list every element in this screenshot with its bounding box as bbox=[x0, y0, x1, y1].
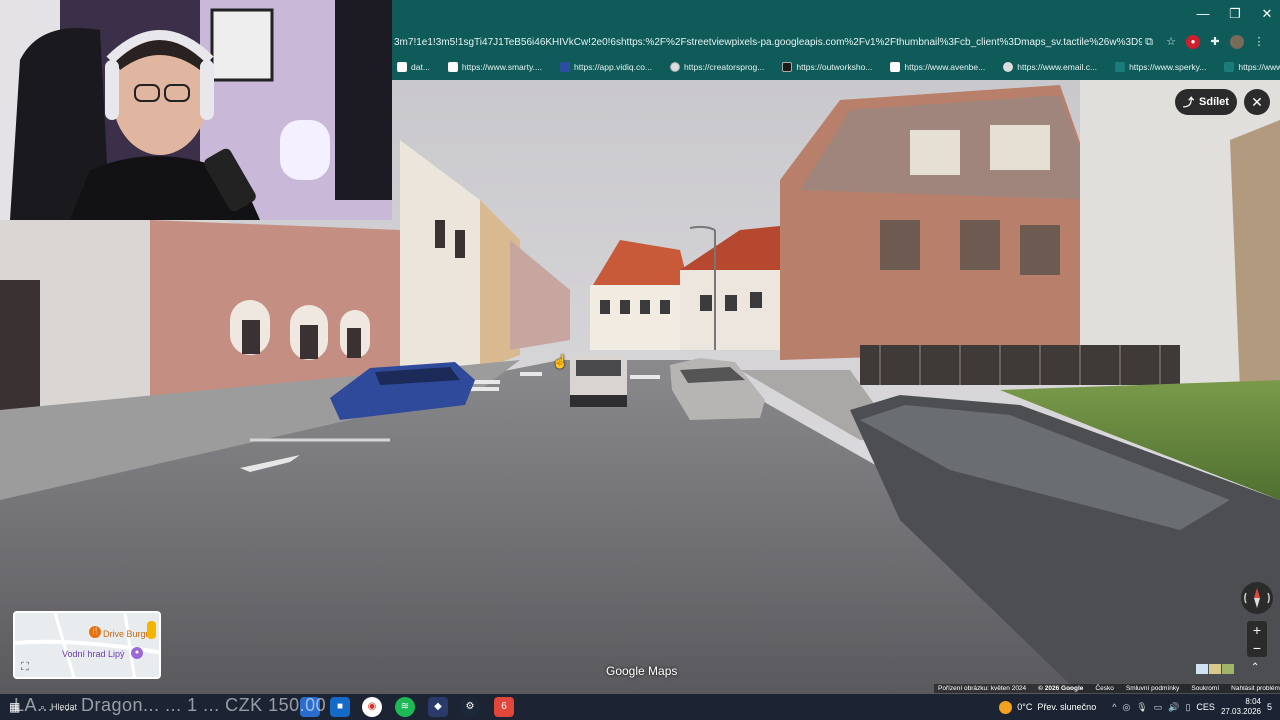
network-icon[interactable]: ▭ bbox=[1154, 702, 1163, 713]
minimap-roads bbox=[15, 613, 159, 677]
bookmark-item[interactable]: https://www.email.c... bbox=[998, 62, 1102, 72]
bookmark-item[interactable]: https://outworksho... bbox=[777, 62, 877, 72]
clock-time: 8:04 bbox=[1245, 697, 1261, 706]
steam-icon[interactable]: ⚙ bbox=[460, 697, 480, 717]
bookmark-item[interactable]: https://www.smarty.... bbox=[443, 62, 547, 72]
bookmark-label: dat... bbox=[411, 62, 430, 72]
bookmark-item[interactable]: https://www.sperky.... bbox=[1219, 62, 1280, 72]
webcam-overlay bbox=[0, 0, 392, 220]
extensions-puzzle-icon[interactable]: ✚ bbox=[1208, 35, 1222, 49]
leaf-icon bbox=[1115, 62, 1126, 72]
toolbar-icons: ⧉ ☆ ● ✚ ⋮ bbox=[1142, 35, 1280, 49]
webcam-image bbox=[0, 0, 392, 220]
layer-thumb[interactable] bbox=[1209, 664, 1221, 674]
vidiq-icon bbox=[560, 62, 571, 72]
leaf-icon bbox=[1224, 62, 1235, 72]
bookmark-label: https://www.smarty.... bbox=[461, 62, 543, 72]
bookmark-label: https://www.sperky... bbox=[1129, 62, 1207, 72]
extension-red-icon[interactable]: ● bbox=[1186, 35, 1200, 49]
layer-thumb[interactable] bbox=[1196, 664, 1208, 674]
layer-thumb[interactable] bbox=[1222, 664, 1234, 674]
minimap-place-label[interactable]: Vodní hrad Lipý bbox=[62, 649, 125, 659]
restore-button[interactable]: ❐ bbox=[1220, 4, 1250, 24]
car-white bbox=[570, 355, 627, 407]
screen: — ❐ ✕ 3m7!1e1!3m5!1sgTi47J1TeB56i46KHIVk… bbox=[0, 0, 1280, 720]
share-button[interactable]: ⤴ Sdílet bbox=[1175, 89, 1237, 115]
bookmark-label: https://outworksho... bbox=[796, 62, 873, 72]
system-tray: 0°C Přev. slunečno ^ ◎ 🎙 ▭ 🔊 ▯ CES 8:04 … bbox=[999, 694, 1280, 720]
zoom-in-button[interactable]: + bbox=[1247, 621, 1267, 639]
bookmarks-bar: dat... https://www.smarty.... https://ap… bbox=[392, 57, 1280, 77]
google-maps-watermark: Google Maps bbox=[606, 664, 678, 678]
location-icon[interactable]: ◎ bbox=[1122, 702, 1130, 713]
terms-link[interactable]: Smluvní podmínky bbox=[1126, 685, 1179, 692]
app-red-icon[interactable]: 6 bbox=[494, 697, 514, 717]
bookmark-item[interactable]: https://creatorsprog... bbox=[665, 62, 769, 72]
menu-kebab-icon[interactable]: ⋮ bbox=[1252, 35, 1266, 49]
globe-icon bbox=[670, 62, 681, 72]
report-problem-link[interactable]: Nahlásit problém bbox=[1231, 685, 1280, 692]
landmark-pin-icon[interactable]: ● bbox=[131, 647, 143, 659]
bookmark-label: https://www.avenbe... bbox=[904, 62, 986, 72]
volume-icon[interactable]: 🔊 bbox=[1168, 702, 1179, 713]
restaurant-pin-icon[interactable]: 🍴 bbox=[89, 626, 101, 638]
weather-sun-icon bbox=[999, 700, 1013, 714]
bookmark-label: https://www.email.c... bbox=[1017, 62, 1098, 72]
zoom-out-button[interactable]: − bbox=[1247, 639, 1267, 657]
chrome-icon[interactable]: ◉ bbox=[362, 697, 382, 717]
bookmark-item[interactable]: dat... bbox=[392, 62, 435, 72]
bookmark-star-icon[interactable]: ☆ bbox=[1164, 35, 1178, 49]
privacy-link[interactable]: Soukromí bbox=[1191, 685, 1219, 692]
expand-map-icon[interactable]: ⛶ bbox=[21, 661, 29, 674]
country-link[interactable]: Česko bbox=[1095, 685, 1113, 692]
bookmark-label: https://creatorsprog... bbox=[684, 62, 765, 72]
mouse-cursor-icon: ☝ bbox=[552, 354, 569, 369]
dark-square-icon bbox=[782, 62, 793, 72]
capture-date: Pořízení obrázku: květen 2024 bbox=[938, 685, 1027, 692]
close-streetview-button[interactable]: ✕ bbox=[1244, 89, 1270, 115]
microphone-icon[interactable]: 🎙 bbox=[1136, 702, 1147, 713]
weather-temp: 0°C bbox=[1017, 702, 1033, 712]
tray-overflow-icon[interactable]: ^ bbox=[1112, 702, 1116, 712]
language-indicator[interactable]: CES bbox=[1196, 702, 1215, 712]
bookmark-item[interactable]: https://www.sperky... bbox=[1110, 62, 1211, 72]
notification-badge[interactable]: 5 bbox=[1267, 702, 1272, 712]
title-bar: — ❐ ✕ bbox=[392, 0, 1280, 28]
address-bar[interactable]: 3m7!1e1!3m5!1sgTi47J1TeB56i46KHIVkCw!2e0… bbox=[392, 30, 1280, 54]
pegman-icon[interactable] bbox=[147, 621, 156, 639]
attribution-bar: Pořízení obrázku: květen 2024 © 2026 Goo… bbox=[934, 684, 1280, 693]
minimap-place-label[interactable]: Drive Burgu bbox=[103, 629, 151, 639]
weather-widget[interactable]: 0°C Přev. slunečno bbox=[999, 700, 1097, 714]
copyright: © 2026 Google bbox=[1038, 685, 1084, 692]
page-icon bbox=[397, 62, 407, 72]
page-icon bbox=[447, 62, 458, 72]
minimize-button[interactable]: — bbox=[1188, 4, 1218, 24]
minimap[interactable]: 🍴 Drive Burgu Vodní hrad Lipý ● ⛶ bbox=[13, 611, 161, 679]
bookmark-item[interactable]: https://www.avenbe... bbox=[885, 62, 990, 72]
spotify-icon[interactable]: ≋ bbox=[395, 697, 415, 717]
battery-icon[interactable]: ▯ bbox=[1185, 702, 1190, 713]
collapse-up-icon[interactable]: ⌃ bbox=[1251, 662, 1259, 673]
clock-date: 27.03.2026 bbox=[1220, 707, 1261, 716]
share-label: Sdílet bbox=[1199, 96, 1229, 108]
close-window-button[interactable]: ✕ bbox=[1252, 4, 1280, 24]
compass-icon bbox=[1244, 588, 1270, 608]
share-icon: ⤴ bbox=[1183, 97, 1195, 109]
clock[interactable]: 8:04 27.03.2026 bbox=[1221, 697, 1261, 717]
app-blue-icon[interactable]: ■ bbox=[330, 697, 350, 717]
bookmark-label: https://www.sperky.... bbox=[1238, 62, 1280, 72]
imagery-thumbnails[interactable] bbox=[1196, 664, 1234, 674]
install-app-icon[interactable]: ⧉ bbox=[1142, 35, 1156, 49]
globe-icon bbox=[1003, 62, 1014, 72]
a-icon bbox=[890, 62, 901, 72]
bookmark-item[interactable]: https://app.vidiq.co... bbox=[555, 62, 657, 72]
profile-avatar-icon[interactable] bbox=[1230, 35, 1244, 49]
bookmark-label: https://app.vidiq.co... bbox=[574, 62, 653, 72]
weather-text: Přev. slunečno bbox=[1037, 702, 1097, 712]
app-icon[interactable]: ◆ bbox=[428, 697, 448, 717]
compass-control[interactable] bbox=[1241, 582, 1273, 614]
stream-ticker-overlay: LA... ... Dragon... ... 1 ... CZK 150.00 bbox=[14, 695, 327, 715]
url-text[interactable]: 3m7!1e1!3m5!1sgTi47J1TeB56i46KHIVkCw!2e0… bbox=[392, 37, 1142, 48]
